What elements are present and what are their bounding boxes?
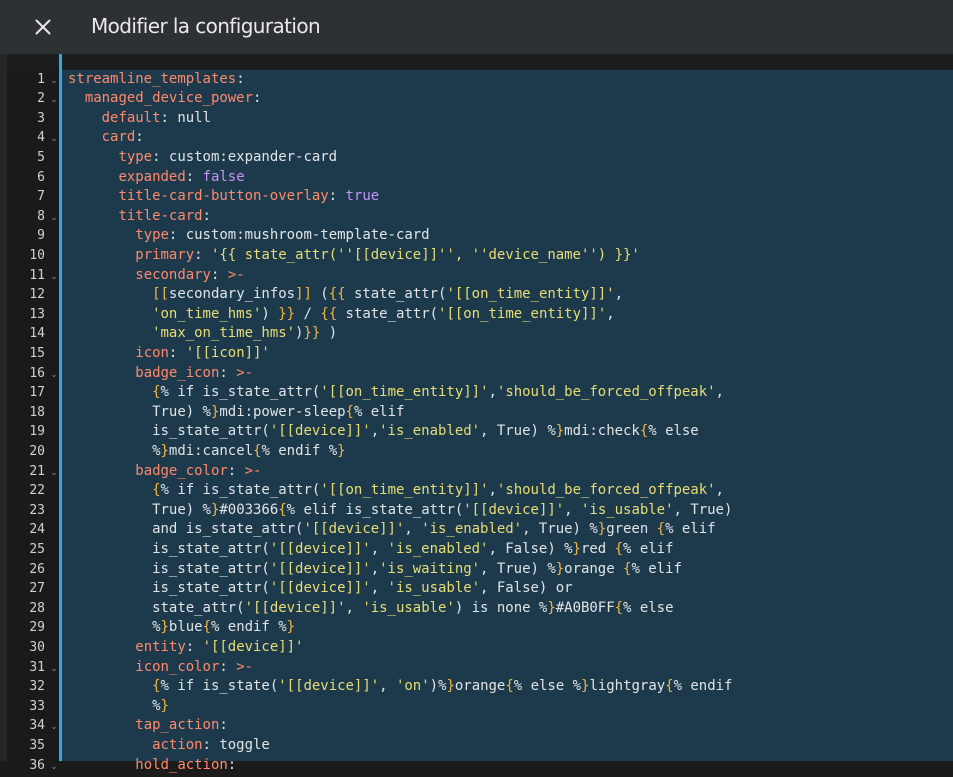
line-number: 22 [7,481,45,501]
code-text: entity: '[[device]]' [68,638,303,658]
chevron-down-icon[interactable]: ⌄ [49,91,59,111]
chevron-down-icon[interactable]: ⌄ [49,758,59,777]
editor-top-strip [0,54,953,70]
line-number: 10 [7,246,45,266]
code-text: badge_icon: >- [68,364,253,384]
code-text: 'max_on_time_hms')}} ) [68,324,337,344]
close-button[interactable] [24,8,62,46]
code-text: tap_action: [68,716,228,736]
line-number: 14 [7,324,45,344]
line-number: 28 [7,599,45,619]
code-text: True) %}#003366{% elif is_state_attr('[[… [68,501,732,521]
code-text: and is_state_attr('[[device]]', 'is_enab… [68,520,716,540]
code-text: primary: '{{ state_attr(''[[device]]'', … [68,246,640,266]
line-number: 24 [7,520,45,540]
code-text: expanded: false [68,168,245,188]
chevron-down-icon[interactable]: ⌄ [49,660,59,680]
code-text: {% if is_state_attr('[[on_time_entity]]'… [68,481,724,501]
code-text: streamline_templates: [68,70,245,90]
code-text: [[secondary_infos]] ({{ state_attr('[[on… [68,285,623,305]
line-number: 5 [7,148,45,168]
code-text: title-card: [68,207,211,227]
line-number: 13 [7,305,45,325]
line-number: 4 [7,128,45,148]
code-text: is_state_attr('[[device]]','is_waiting',… [68,560,682,580]
line-number: 36 [7,756,45,776]
chevron-down-icon[interactable]: ⌄ [49,366,59,386]
line-number: 21 [7,462,45,482]
code-text: hold_action: [68,756,236,776]
code-text: %}blue{% endif %} [68,618,295,638]
line-number: 3 [7,109,45,129]
code-text: {% if is_state('[[device]]', 'on')%}oran… [68,677,732,697]
code-text: type: custom:mushroom-template-card [68,226,430,246]
code-text: default: null [68,109,211,129]
line-number: 29 [7,618,45,638]
line-number: 2 [7,89,45,109]
line-number: 6 [7,168,45,188]
code-text: icon: '[[icon]]' [68,344,270,364]
line-number: 15 [7,344,45,364]
line-number: 32 [7,677,45,697]
line-number: 25 [7,540,45,560]
code-text: %} [68,697,169,717]
line-number: 30 [7,638,45,658]
code-text: {% if is_state_attr('[[on_time_entity]]'… [68,383,724,403]
line-number: 17 [7,383,45,403]
line-number: 12 [7,285,45,305]
line-number: 33 [7,697,45,717]
chevron-down-icon[interactable]: ⌄ [49,209,59,229]
line-number: 8 [7,207,45,227]
line-number: 19 [7,422,45,442]
code-text: managed_device_power: [68,89,261,109]
line-number: 23 [7,501,45,521]
code-text: type: custom:expander-card [68,148,337,168]
code-text: %}mdi:cancel{% endif %} [68,442,346,462]
code-text: action: toggle [68,736,270,756]
code-text: state_attr('[[device]]', 'is_usable') is… [68,599,674,619]
line-number: 11 [7,266,45,286]
chevron-down-icon[interactable]: ⌄ [49,718,59,738]
dialog-header: Modifier la configuration [0,0,953,54]
line-number: 35 [7,736,45,756]
code-text: icon_color: >- [68,658,253,678]
chevron-down-icon[interactable]: ⌄ [49,130,59,150]
line-number: 20 [7,442,45,462]
editor-left-edge [0,54,7,761]
line-number: 31 [7,658,45,678]
line-number: 1 [7,70,45,90]
line-number: 26 [7,560,45,580]
code-text: title-card-button-overlay: true [68,187,379,207]
chevron-down-icon[interactable]: ⌄ [49,464,59,484]
code-text: True) %}mdi:power-sleep{% elif [68,403,404,423]
line-number: 27 [7,579,45,599]
chevron-down-icon[interactable]: ⌄ [49,268,59,288]
line-number: 16 [7,364,45,384]
code-text: badge_color: >- [68,462,261,482]
code-text: is_state_attr('[[device]]', 'is_usable',… [68,579,573,599]
code-text: card: [68,128,144,148]
code-text: is_state_attr('[[device]]', 'is_enabled'… [68,540,673,560]
chevron-down-icon[interactable]: ⌄ [49,72,59,92]
line-number: 34 [7,716,45,736]
code-text: is_state_attr('[[device]]','is_enabled',… [68,422,699,442]
line-number: 18 [7,403,45,423]
code-text: secondary: >- [68,266,245,286]
line-number: 7 [7,187,45,207]
code-text: 'on_time_hms') }} / {{ state_attr('[[on_… [68,305,615,325]
line-number: 9 [7,226,45,246]
dialog-title: Modifier la configuration [91,13,320,39]
